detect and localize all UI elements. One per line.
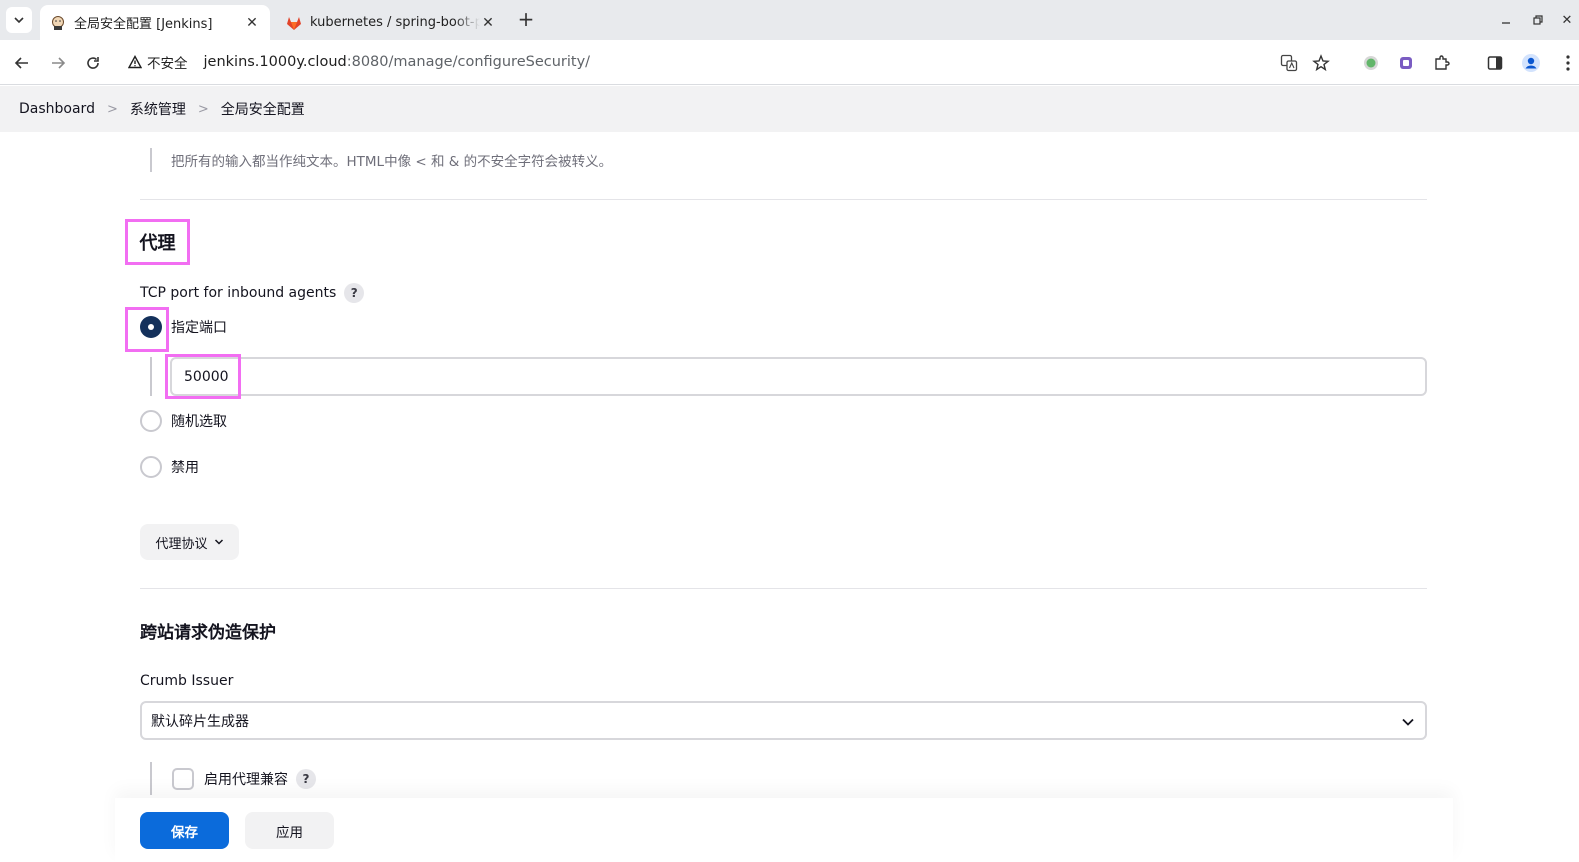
close-window-icon[interactable]: ✕ xyxy=(1557,10,1577,30)
proxy-compat-checkbox[interactable] xyxy=(172,767,194,790)
breadcrumb: Dashboard > 系统管理 > 全局安全配置 xyxy=(0,86,1579,132)
markup-formatter-description: 把所有的输入都当作纯文本。HTML中像 < 和 & 的不安全字符会被转义。 xyxy=(150,148,612,172)
browser-tab-active[interactable]: 全局安全配置 [Jenkins] ✕ xyxy=(40,5,270,40)
close-tab-icon[interactable]: ✕ xyxy=(244,15,260,31)
profile-avatar-icon[interactable] xyxy=(1520,52,1542,74)
section-title-csrf: 跨站请求伪造保护 xyxy=(140,623,276,643)
radio-button[interactable] xyxy=(140,410,162,432)
section-title-agents: 代理 xyxy=(125,219,190,265)
browser-tab[interactable]: kubernetes / spring-boot-p ✕ xyxy=(278,5,504,40)
divider xyxy=(140,588,1427,589)
crumb-issuer-label-text: Crumb Issuer xyxy=(140,673,234,689)
security-chip[interactable]: 不安全 xyxy=(128,52,188,72)
radio-button[interactable] xyxy=(140,456,162,478)
radio-random-port[interactable]: 随机选取 xyxy=(140,410,227,432)
minimize-icon[interactable] xyxy=(1496,10,1516,30)
chevron-down-icon xyxy=(14,17,24,24)
restore-icon[interactable] xyxy=(1528,10,1548,30)
tab-search-button[interactable] xyxy=(6,7,32,33)
radio-fixed-port[interactable]: 指定端口 xyxy=(140,316,227,338)
agent-protocols-button[interactable]: 代理协议 xyxy=(140,524,239,560)
checkbox-label: 启用代理兼容 xyxy=(204,771,288,788)
translate-icon[interactable] xyxy=(1278,52,1300,74)
browser-toolbar: 不安全 jenkins.1000y.cloud:8080/manage/conf… xyxy=(0,40,1579,85)
chevron-down-icon xyxy=(1402,718,1414,726)
reload-icon[interactable] xyxy=(80,50,106,76)
warning-icon xyxy=(128,55,142,69)
radio-label: 随机选取 xyxy=(171,414,227,430)
tab-title: kubernetes / spring-boot-p xyxy=(310,15,480,30)
address-bar[interactable]: 不安全 jenkins.1000y.cloud:8080/manage/conf… xyxy=(118,44,1346,80)
divider xyxy=(140,199,1427,200)
breadcrumb-manage[interactable]: 系统管理 xyxy=(130,99,186,119)
security-label: 不安全 xyxy=(147,56,188,72)
close-tab-icon[interactable]: ✕ xyxy=(480,15,496,31)
radio-label: 指定端口 xyxy=(171,320,227,336)
new-tab-button[interactable]: + xyxy=(514,8,538,32)
apply-button[interactable]: 应用 xyxy=(245,812,334,849)
description-text: 把所有的输入都当作纯文本。HTML中像 < 和 & 的不安全字符会被转义。 xyxy=(171,154,613,170)
save-button[interactable]: 保存 xyxy=(140,812,229,849)
crumb-issuer-select[interactable]: 默认碎片生成器 xyxy=(140,701,1427,740)
extensions-puzzle-icon[interactable] xyxy=(1431,52,1453,74)
proxy-compat-option: 启用代理兼容 ? xyxy=(150,762,316,795)
port-input[interactable] xyxy=(170,357,1427,396)
jenkins-icon xyxy=(50,15,66,31)
forward-icon[interactable] xyxy=(45,50,71,76)
highlight-box xyxy=(165,354,241,399)
extension-status-icon[interactable] xyxy=(1360,52,1382,74)
extension-icon[interactable] xyxy=(1395,52,1417,74)
config-form: 把所有的输入都当作纯文本。HTML中像 < 和 & 的不安全字符会被转义。 代理… xyxy=(0,132,1579,862)
breadcrumb-current[interactable]: 全局安全配置 xyxy=(221,99,305,119)
back-icon[interactable] xyxy=(9,50,35,76)
button-label: 代理协议 xyxy=(155,536,208,552)
tab-title: 全局安全配置 [Jenkins] xyxy=(74,17,213,32)
help-icon[interactable]: ? xyxy=(296,768,316,789)
help-icon[interactable]: ? xyxy=(344,283,365,303)
url-host: jenkins.1000y.cloud xyxy=(203,54,347,70)
crumb-issuer-label: Crumb Issuer xyxy=(140,673,233,689)
tcp-port-field-label: TCP port for inbound agents ? xyxy=(140,283,365,303)
radio-label: 禁用 xyxy=(171,460,199,476)
chevron-right-icon: > xyxy=(106,101,118,117)
tab-strip: 全局安全配置 [Jenkins] ✕ kubernetes / spring-b… xyxy=(0,0,1579,40)
chevron-down-icon xyxy=(214,539,223,545)
bookmark-star-icon[interactable] xyxy=(1310,52,1332,74)
radio-button-selected[interactable] xyxy=(140,316,162,338)
radio-disable[interactable]: 禁用 xyxy=(140,456,199,478)
gitlab-icon xyxy=(286,15,302,31)
url-path: :8080/manage/configureSecurity/ xyxy=(346,54,591,70)
breadcrumb-dashboard[interactable]: Dashboard xyxy=(19,101,95,117)
tcp-port-label: TCP port for inbound agents xyxy=(140,285,337,301)
side-panel-icon[interactable] xyxy=(1484,52,1506,74)
select-value: 默认碎片生成器 xyxy=(151,713,249,730)
port-input-group xyxy=(150,357,1427,396)
chevron-right-icon: > xyxy=(197,101,209,117)
menu-kebab-icon[interactable] xyxy=(1557,52,1579,74)
